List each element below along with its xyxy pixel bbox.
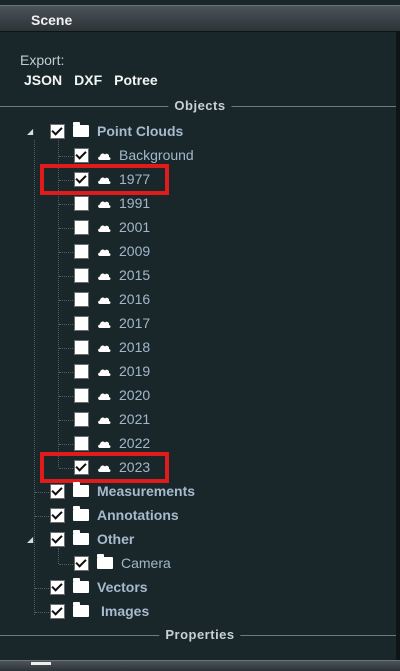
cloud-checkbox[interactable] xyxy=(74,339,89,355)
cloud-checkbox[interactable] xyxy=(74,363,89,379)
tree-node-point-clouds[interactable]: Point Clouds xyxy=(50,121,183,141)
annotations-label: Annotations xyxy=(97,507,179,523)
camera-label: Camera xyxy=(121,555,171,571)
cloud-icon xyxy=(97,221,111,233)
cloud-checkbox[interactable] xyxy=(74,243,89,259)
folder-icon xyxy=(97,554,113,569)
properties-section-title: Properties xyxy=(159,627,241,642)
tree-node-cloud[interactable]: 2009 xyxy=(74,241,150,261)
tree-node-cloud[interactable]: 2019 xyxy=(74,361,150,381)
cloud-checkbox[interactable] xyxy=(74,147,89,163)
cloud-checkbox[interactable] xyxy=(74,315,89,331)
cloud-checkbox[interactable] xyxy=(74,387,89,403)
tree-node-cloud[interactable]: 2022 xyxy=(74,433,150,453)
point-clouds-label: Point Clouds xyxy=(97,123,184,139)
other-toggle-icon[interactable]: ◢ xyxy=(27,535,33,544)
vectors-checkbox[interactable] xyxy=(50,579,65,595)
tree-node-cloud[interactable]: 1991 xyxy=(74,193,150,213)
annotations-checkbox[interactable] xyxy=(50,507,65,523)
scrollbar[interactable] xyxy=(396,32,400,660)
measurements-label: Measurements xyxy=(97,483,196,499)
cloud-icon xyxy=(97,365,111,377)
cloud-label: 2001 xyxy=(119,219,151,235)
cloud-checkbox[interactable] xyxy=(74,291,89,307)
folder-icon xyxy=(73,530,89,545)
cloud-label: 2018 xyxy=(119,339,151,355)
cloud-label: 2021 xyxy=(119,411,151,427)
cloud-icon xyxy=(97,245,111,257)
cloud-icon xyxy=(97,437,111,449)
tree-node-cloud[interactable]: 2021 xyxy=(74,409,150,429)
cloud-label: 2019 xyxy=(119,363,151,379)
cloud-label: 2020 xyxy=(119,387,151,403)
tree-node-annotations[interactable]: Annotations xyxy=(50,505,179,525)
highlight-box xyxy=(40,452,169,483)
cloud-icon xyxy=(97,269,111,281)
cloud-label: 1991 xyxy=(119,195,151,211)
cloud-checkbox[interactable] xyxy=(74,267,89,283)
folder-icon xyxy=(73,482,89,497)
vectors-label: Vectors xyxy=(97,579,148,595)
cloud-checkbox[interactable] xyxy=(74,435,89,451)
cloud-icon xyxy=(97,389,111,401)
cloud-icon xyxy=(97,413,111,425)
cloud-label: 2022 xyxy=(119,435,151,451)
cloud-icon xyxy=(97,293,111,305)
folder-icon xyxy=(73,578,89,593)
tree-node-cloud[interactable]: 2001 xyxy=(74,217,150,237)
cloud-checkbox[interactable] xyxy=(74,411,89,427)
cloud-label: 2009 xyxy=(119,243,151,259)
other-label: Other xyxy=(97,531,135,547)
cloud-checkbox[interactable] xyxy=(74,219,89,235)
tree-node-camera[interactable]: Camera xyxy=(74,553,171,573)
tree-node-cloud[interactable]: 2015 xyxy=(74,265,150,285)
folder-icon xyxy=(73,506,89,521)
cloud-icon xyxy=(97,317,111,329)
highlight-box xyxy=(40,164,169,195)
tree-node-cloud[interactable]: 2016 xyxy=(74,289,150,309)
cloud-label: 2016 xyxy=(119,291,151,307)
point-clouds-toggle-icon[interactable]: ◢ xyxy=(27,127,33,136)
properties-divider: Properties xyxy=(0,627,400,643)
images-checkbox[interactable] xyxy=(50,603,65,619)
point-clouds-checkbox[interactable] xyxy=(50,123,65,139)
cloud-icon xyxy=(97,197,111,209)
cloud-icon xyxy=(97,341,111,353)
other-checkbox[interactable] xyxy=(50,531,65,547)
folder-icon xyxy=(73,122,89,137)
cloud-checkbox[interactable] xyxy=(74,195,89,211)
tree-node-other[interactable]: Other xyxy=(50,529,134,549)
measurements-checkbox[interactable] xyxy=(50,483,65,499)
cloud-label: 2017 xyxy=(119,315,151,331)
tree-node-images[interactable]: Images xyxy=(50,601,149,621)
filters-panel-header[interactable] xyxy=(0,660,400,671)
cloud-label: 2015 xyxy=(119,267,151,283)
tree-node-vectors[interactable]: Vectors xyxy=(50,577,148,597)
cloud-icon xyxy=(97,149,111,161)
scene-tree: ◢ Point Clouds Background 1977 1991 2001 200… xyxy=(0,0,400,670)
cloud-label: Background xyxy=(119,147,194,163)
folder-icon xyxy=(73,602,89,617)
camera-checkbox[interactable] xyxy=(74,555,89,571)
tree-node-measurements[interactable]: Measurements xyxy=(50,481,195,501)
tree-node-cloud[interactable]: 2020 xyxy=(74,385,150,405)
tree-node-cloud[interactable]: 2017 xyxy=(74,313,150,333)
tree-node-cloud[interactable]: 2018 xyxy=(74,337,150,357)
tree-node-cloud[interactable]: Background xyxy=(74,145,194,165)
images-label: Images xyxy=(101,603,150,619)
